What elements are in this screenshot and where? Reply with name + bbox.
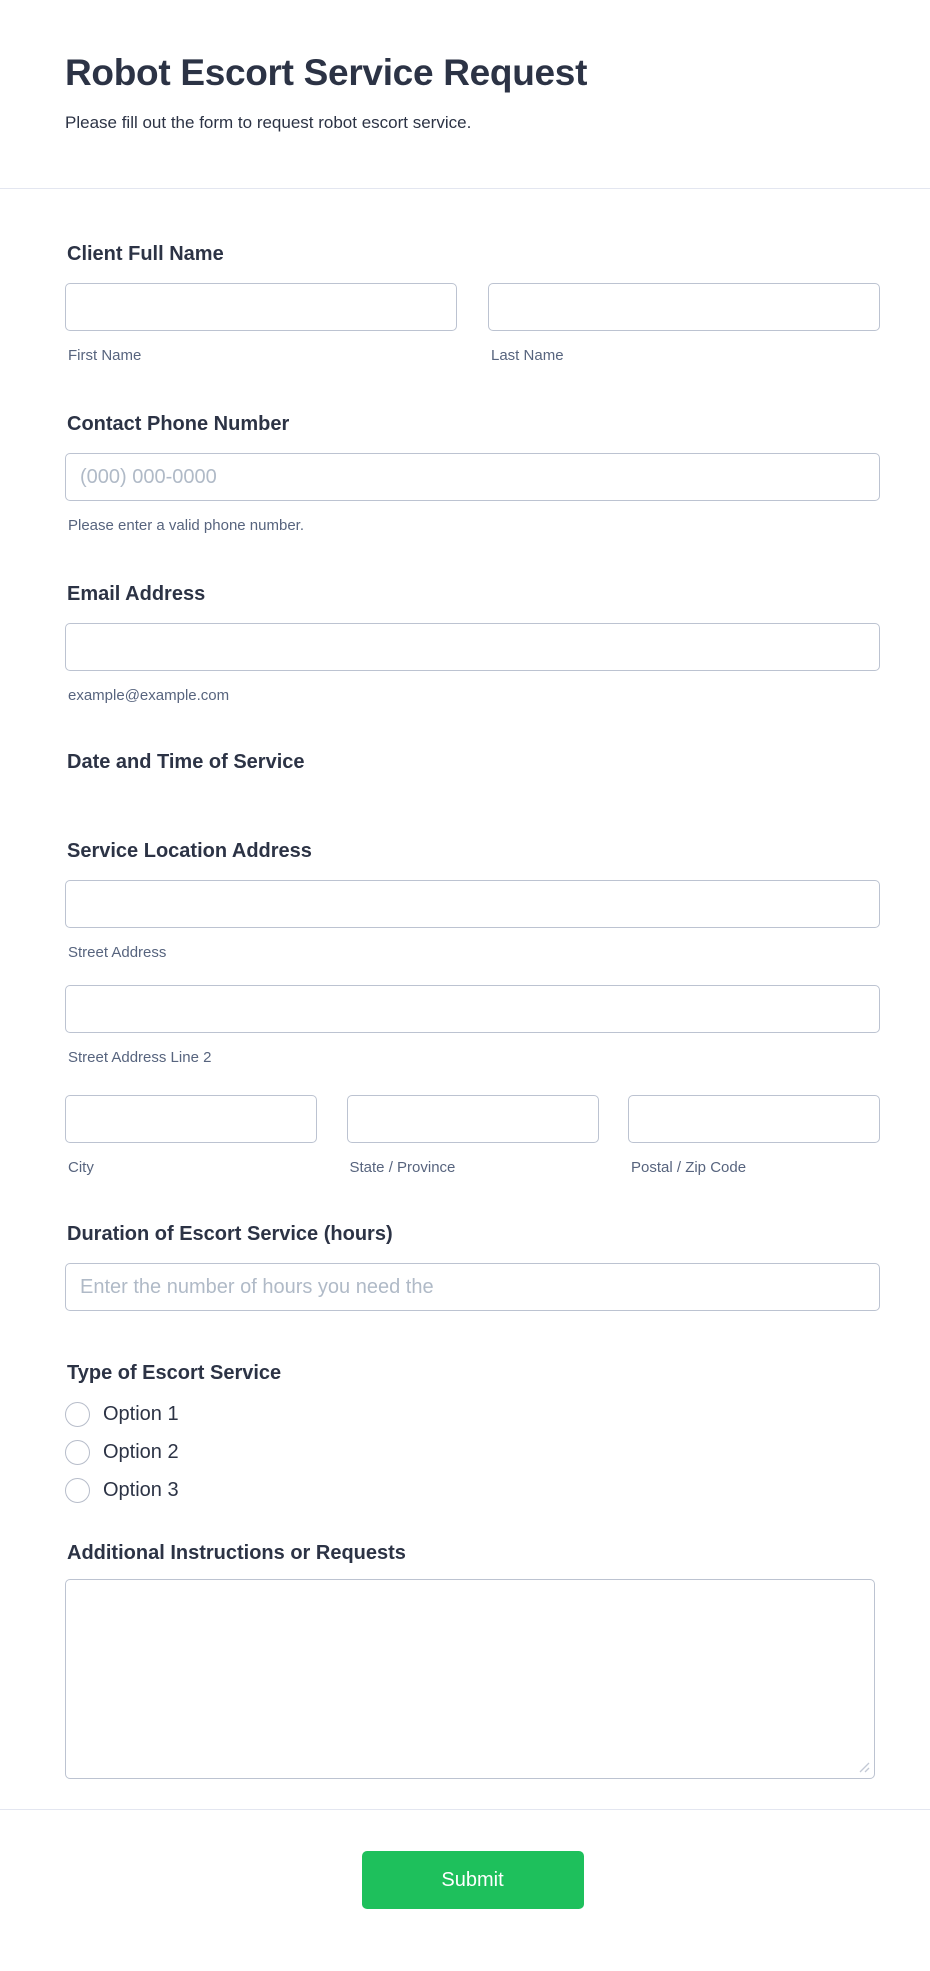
datetime-label: Date and Time of Service <box>67 751 305 773</box>
form-header: Robot Escort Service Request Please fill… <box>0 0 930 134</box>
form-page: Robot Escort Service Request Please fill… <box>0 0 930 1959</box>
instructions-textarea-wrap <box>65 1579 875 1779</box>
field-email: Email Address example@example.com <box>65 582 880 704</box>
service-type-options: Option 1 Option 2 Option 3 <box>65 1402 880 1503</box>
radio-row-option-3[interactable]: Option 3 <box>65 1478 880 1503</box>
first-name-input[interactable] <box>65 283 457 331</box>
street-address-line2-sublabel: Street Address Line 2 <box>68 1049 212 1066</box>
street-col: Street Address <box>65 880 880 961</box>
field-duration: Duration of Escort Service (hours) <box>65 1222 880 1311</box>
radio-option-3[interactable] <box>65 1478 90 1503</box>
header-divider <box>0 188 930 189</box>
street-address-input[interactable] <box>65 880 880 928</box>
service-type-label: Type of Escort Service <box>67 1362 282 1384</box>
submit-area: Submit <box>65 1851 880 1959</box>
resize-handle-icon[interactable] <box>857 1760 870 1773</box>
submit-button[interactable]: Submit <box>361 1851 584 1909</box>
form-subtitle: Please fill out the form to request robo… <box>65 113 472 132</box>
radio-option-2[interactable] <box>65 1440 90 1465</box>
state-sublabel: State / Province <box>349 1159 456 1176</box>
phone-input[interactable] <box>65 453 880 501</box>
field-service-type: Type of Escort Service Option 1 Option 2… <box>65 1361 880 1503</box>
street2-col: Street Address Line 2 <box>65 985 880 1066</box>
email-label: Email Address <box>67 583 206 605</box>
instructions-textarea[interactable] <box>65 1579 875 1779</box>
field-phone: Contact Phone Number Please enter a vali… <box>65 412 880 534</box>
first-name-sublabel: First Name <box>68 347 142 364</box>
duration-input[interactable] <box>65 1263 880 1311</box>
field-address: Service Location Address Street Address … <box>65 839 880 1176</box>
radio-option-1[interactable] <box>65 1402 90 1427</box>
radio-row-option-1[interactable]: Option 1 <box>65 1402 880 1427</box>
postal-input[interactable] <box>628 1095 880 1143</box>
radio-row-option-2[interactable]: Option 2 <box>65 1440 880 1465</box>
radio-option-2-label: Option 2 <box>103 1441 179 1463</box>
phone-label: Contact Phone Number <box>67 413 290 435</box>
phone-sublabel: Please enter a valid phone number. <box>68 517 304 534</box>
form-body: Client Full Name First Name Last Name Co… <box>65 242 880 1779</box>
field-instructions: Additional Instructions or Requests <box>65 1541 880 1779</box>
state-col: State / Province <box>346 1095 599 1176</box>
city-col: City <box>65 1095 317 1176</box>
field-datetime: Date and Time of Service <box>65 750 880 775</box>
full-name-label: Client Full Name <box>67 243 224 265</box>
email-input[interactable] <box>65 623 880 671</box>
city-state-postal-row: City State / Province Postal / Zip Code <box>65 1095 880 1176</box>
last-name-sublabel: Last Name <box>491 347 564 364</box>
last-name-input[interactable] <box>488 283 880 331</box>
city-input[interactable] <box>65 1095 317 1143</box>
state-input[interactable] <box>346 1095 599 1143</box>
first-name-col: First Name <box>65 283 457 364</box>
page-title: Robot Escort Service Request <box>65 52 588 93</box>
postal-sublabel: Postal / Zip Code <box>631 1159 747 1176</box>
radio-option-1-label: Option 1 <box>103 1403 179 1425</box>
full-name-row: First Name Last Name <box>65 283 880 364</box>
radio-option-3-label: Option 3 <box>103 1479 179 1501</box>
instructions-label: Additional Instructions or Requests <box>67 1542 406 1564</box>
field-full-name: Client Full Name First Name Last Name <box>65 242 880 364</box>
email-sublabel: example@example.com <box>68 687 230 704</box>
street-address-sublabel: Street Address <box>68 944 167 961</box>
street-address-line2-input[interactable] <box>65 985 880 1033</box>
postal-col: Postal / Zip Code <box>628 1095 880 1176</box>
last-name-col: Last Name <box>488 283 880 364</box>
duration-label: Duration of Escort Service (hours) <box>67 1223 393 1245</box>
address-label: Service Location Address <box>67 840 312 862</box>
city-sublabel: City <box>68 1159 94 1176</box>
footer-divider <box>0 1809 930 1810</box>
